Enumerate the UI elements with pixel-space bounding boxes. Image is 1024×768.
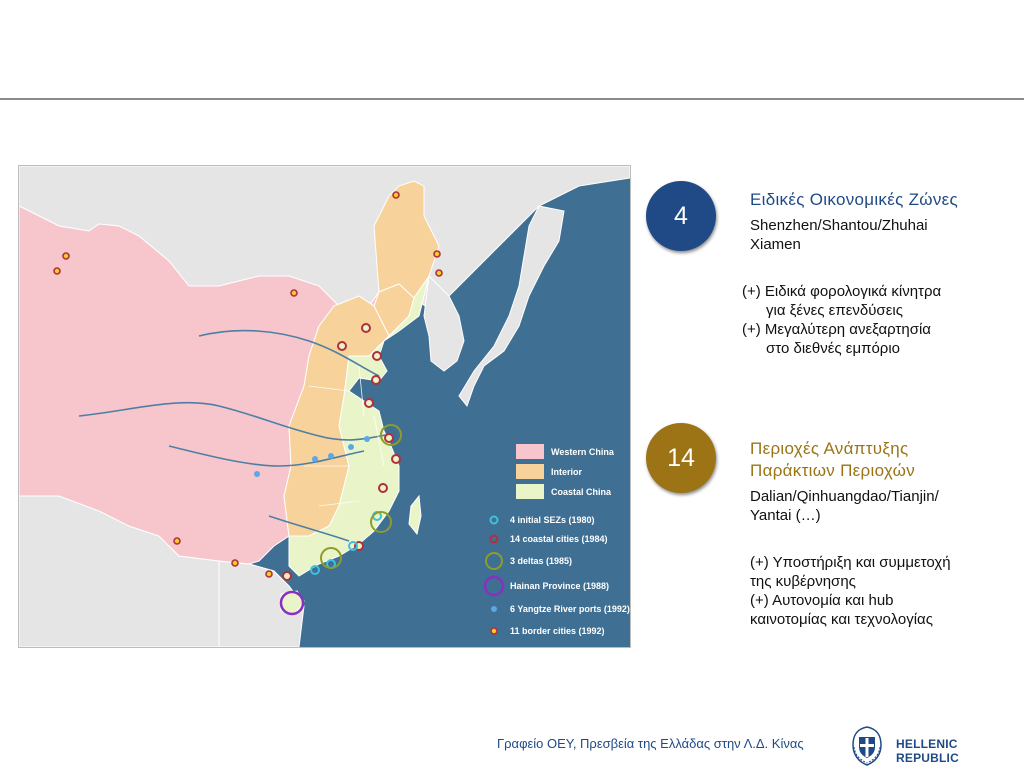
border-city-marker	[62, 252, 70, 260]
coastal-benefit-1: (+) Υποστήριξη και συμμετοχή	[750, 554, 951, 571]
coastal-city-marker	[371, 375, 381, 385]
coastal-city-marker	[364, 398, 374, 408]
coastal-count: 14	[667, 443, 695, 472]
legend-label-sez: 4 initial SEZs (1980)	[510, 515, 595, 525]
border-city-marker	[290, 289, 298, 297]
coastal-benefit-2: (+) Αυτονομία και hub	[750, 592, 894, 609]
coastal-title: Περιοχές Ανάπτυξης Παράκτιων Περιοχών	[750, 438, 915, 482]
coastal-title-line2: Παράκτιων Περιοχών	[750, 461, 916, 480]
border-city-marker	[173, 537, 181, 545]
legend-label-interior: Interior	[551, 467, 583, 477]
coastal-city-marker	[337, 341, 347, 351]
sez-title: Ειδικές Οικονομικές Ζώνες	[750, 190, 959, 209]
sez-benefit-2-cont: στο διεθνές εμπόριο	[766, 340, 901, 357]
legend-swatch-western	[516, 444, 544, 459]
hellenic-republic-label: HELLENIC REPUBLIC	[896, 737, 959, 765]
coastal-city-marker	[372, 351, 382, 361]
sez-count-badge: 4	[646, 181, 716, 251]
legend-swatch-coastal	[516, 484, 544, 499]
coastal-city-marker	[391, 454, 401, 464]
sez-cities-line1: Shenzhen/Shantou/Zhuhai	[750, 217, 928, 234]
sez-benefits: (+) Ειδικά φορολογικά κίνητρα για ξένες …	[742, 282, 941, 358]
coastal-city-marker	[384, 433, 394, 443]
coastal-count-badge: 14	[646, 423, 716, 493]
coastal-benefits: (+) Υποστήριξη και συμμετοχή της κυβέρνη…	[750, 553, 951, 629]
border-city-marker	[435, 269, 443, 277]
border-city-marker	[392, 191, 400, 199]
sez-cities: Shenzhen/Shantou/Zhuhai Xiamen	[750, 216, 928, 254]
border-city-marker	[433, 250, 441, 258]
legend-yangtze-icon	[491, 606, 497, 612]
coastal-city-marker	[282, 571, 292, 581]
yangtze-port-marker	[348, 444, 354, 450]
coastal-city-marker	[361, 323, 371, 333]
legend-swatch-interior	[516, 464, 544, 479]
legend-label-coastal: Coastal China	[551, 487, 612, 497]
greek-coat-of-arms-icon	[852, 726, 882, 766]
coastal-city-marker	[378, 483, 388, 493]
legend-label-coastal-cities: 14 coastal cities (1984)	[510, 534, 608, 544]
china-economic-zones-map: Western China Interior Coastal China 4 i…	[18, 165, 631, 648]
coastal-benefit-1-cont: της κυβέρνησης	[750, 573, 856, 590]
sez-benefit-1-cont: για ξένες επενδύσεις	[766, 302, 903, 319]
map-canvas: Western China Interior Coastal China 4 i…	[19, 166, 630, 647]
sez-cities-line2: Xiamen	[750, 236, 801, 253]
border-city-marker	[265, 570, 273, 578]
coastal-cities-line2: Yantai (…)	[750, 507, 821, 524]
yangtze-port-marker	[328, 453, 334, 459]
sez-benefit-2: (+) Μεγαλύτερη ανεξαρτησία	[742, 321, 931, 338]
yangtze-port-marker	[254, 471, 260, 477]
coastal-cities: Dalian/Qinhuangdao/Tianjin/ Yantai (…)	[750, 487, 939, 525]
legend-label-deltas: 3 deltas (1985)	[510, 556, 572, 566]
sez-count: 4	[674, 201, 688, 230]
legend-label-hainan: Hainan Province (1988)	[510, 581, 609, 591]
legend-border-city-icon	[490, 627, 498, 635]
coastal-benefit-2-cont: καινοτομίας και τεχνολογίας	[750, 611, 933, 628]
yangtze-port-marker	[364, 436, 370, 442]
legend-label-yangtze: 6 Yangtze River ports (1992)	[510, 604, 630, 614]
sez-benefit-1: (+) Ειδικά φορολογικά κίνητρα	[742, 283, 942, 300]
top-divider	[0, 98, 1024, 100]
coastal-title-line1: Περιοχές Ανάπτυξης	[750, 439, 909, 458]
border-city-marker	[231, 559, 239, 567]
legend-label-border-cities: 11 border cities (1992)	[510, 626, 605, 636]
footer-office: Γραφείο ΟΕΥ, Πρεσβεία της Ελλάδας στην Λ…	[497, 736, 804, 751]
yangtze-port-marker	[312, 456, 318, 462]
border-city-marker	[53, 267, 61, 275]
coastal-cities-line1: Dalian/Qinhuangdao/Tianjin/	[750, 488, 939, 505]
legend-label-western: Western China	[551, 447, 615, 457]
